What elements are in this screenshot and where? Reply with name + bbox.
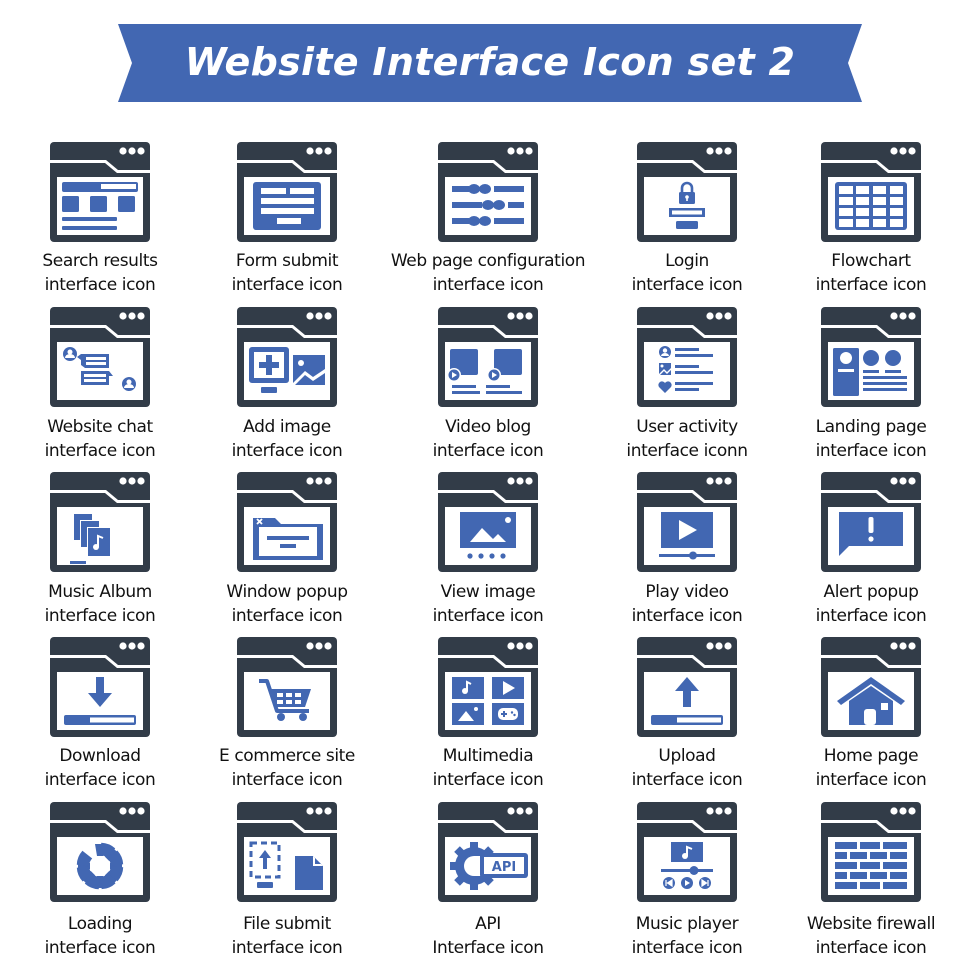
icon-label: Home page interface icon [761,744,980,792]
icon-label-line1: Window popup [226,582,348,602]
music-album-icon [48,470,152,574]
table-grid-icon [819,140,923,244]
icon-label: Alert popup interface icon [761,580,980,628]
play-video-icon [635,470,739,574]
firewall-icon [819,800,923,904]
search-results-icon-svg [50,142,150,242]
shopping-cart-icon-svg [237,637,337,737]
file-submit-icon-svg [237,802,337,902]
view-image-icon [436,470,540,574]
music-player-icon-svg [637,802,737,902]
icon-label: API Interface icon [378,912,598,960]
icon-label-line1: Video blog [445,417,531,437]
icon-label: Landing page interface icon [761,415,980,463]
home-icon-svg [821,637,921,737]
sliders-icon [436,140,540,244]
icon-label-line2: interface icon [432,606,544,626]
icon-label-line1: Multimedia [442,746,534,766]
icon-label-line1: Flowchart [831,251,911,271]
icon-label-line2: interface icon [815,441,927,461]
icon-label-line2: interface icon [231,770,343,790]
shopping-cart-icon [235,635,339,739]
user-activity-icon [635,305,739,409]
icon-label: File submit interface icon [177,912,397,960]
icon-label: Flowchart interface icon [761,249,980,297]
icon-label-line1: File submit [243,914,331,934]
table-grid-icon-svg [821,142,921,242]
search-results-icon [48,140,152,244]
form-submit-icon [235,140,339,244]
icon-grid: Search results interface icon Form submit… [0,0,980,980]
loading-spinner-icon-svg [50,802,150,902]
icon-label: Multimedia interface icon [378,744,598,792]
chat-icon [48,305,152,409]
icon-label-line1: Add image [243,417,331,437]
icon-label-line2: Interface icon [432,938,544,958]
icon-label-line1: E commerce site [218,746,355,766]
icon-label: E commerce site interface icon [177,744,397,792]
alert-icon [819,470,923,574]
api-gear-icon: API [436,800,540,904]
window-popup-icon-svg [237,472,337,572]
icon-label-line2: interface icon [231,606,343,626]
lock-icon-svg [637,142,737,242]
home-icon [819,635,923,739]
video-blog-icon-svg [438,307,538,407]
icon-label-line1: Website firewall [806,914,936,934]
icon-label: Window popup interface icon [177,580,397,628]
icon-label-line1: Web page configuration [390,251,586,271]
music-player-icon [635,800,739,904]
icon-label-line2: interface icon [432,441,544,461]
download-icon-svg [50,637,150,737]
icon-label-line2: interface icon [231,275,343,295]
user-activity-icon-svg [637,307,737,407]
multimedia-icon-svg [438,637,538,737]
icon-label: Form submit interface icon [177,249,397,297]
music-album-icon-svg [50,472,150,572]
add-image-icon [235,305,339,409]
icon-label-line1: Home page [823,746,919,766]
icon-label: Add image interface icon [177,415,397,463]
sliders-icon-svg [438,142,538,242]
icon-label-line2: interface icon [231,938,343,958]
icon-label-line1: Landing page [815,417,927,437]
upload-icon [635,635,739,739]
api-gear-icon-svg: API [438,802,538,902]
icon-label-line2: interface icon [815,606,927,626]
icon-label: View image interface icon [378,580,598,628]
multimedia-icon [436,635,540,739]
icon-label: Video blog interface icon [378,415,598,463]
icon-label-line2: interface icon [432,770,544,790]
file-submit-icon [235,800,339,904]
window-popup-icon [235,470,339,574]
landing-page-icon [819,305,923,409]
add-image-icon-svg [237,307,337,407]
icon-label-line2: interface icon [815,938,927,958]
firewall-icon-svg [821,802,921,902]
icon-label-line2: interface icon [815,275,927,295]
icon-label: Website firewall interface icon [761,912,980,960]
download-icon [48,635,152,739]
api-badge-text: API [492,860,516,875]
icon-label-line1: Alert popup [823,582,919,602]
icon-label-line2: interface icon [231,441,343,461]
icon-label-line2: interface icon [432,275,544,295]
chat-icon-svg [50,307,150,407]
lock-icon [635,140,739,244]
view-image-icon-svg [438,472,538,572]
landing-page-icon-svg [821,307,921,407]
form-submit-icon-svg [237,142,337,242]
loading-spinner-icon [48,800,152,904]
play-video-icon-svg [637,472,737,572]
alert-icon-svg [821,472,921,572]
icon-label-line1: API [475,914,501,934]
icon-label-line2: interface icon [815,770,927,790]
upload-icon-svg [637,637,737,737]
icon-label-line1: View image [440,582,536,602]
icon-label-line1: Form submit [235,251,339,271]
icon-label: Web page configuration interface icon [378,249,598,297]
video-blog-icon [436,305,540,409]
